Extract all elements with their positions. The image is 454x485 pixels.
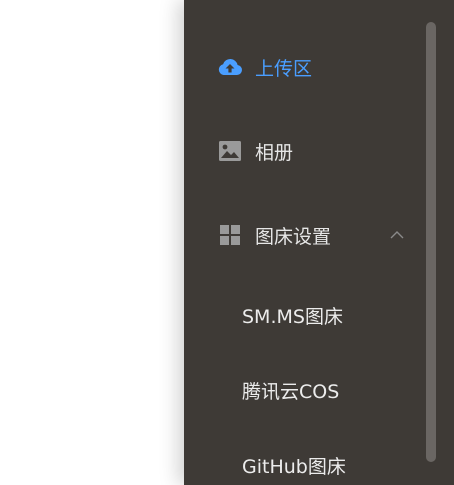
scrollbar[interactable] bbox=[426, 22, 436, 462]
submenu-item-label: SM.MS图床 bbox=[242, 305, 343, 328]
chevron-up-icon bbox=[388, 226, 406, 244]
submenu-item-github[interactable]: GitHub图床 bbox=[184, 440, 424, 485]
image-icon bbox=[217, 138, 243, 164]
submenu-item-tencent-cos[interactable]: 腾讯云COS bbox=[184, 365, 424, 415]
sidebar-menu: 上传区 相册 图床设置 SM.MS图床 腾讯云COS GitHub图床 bbox=[184, 0, 454, 485]
sidebar-item-album[interactable]: 相册 bbox=[184, 123, 424, 179]
submenu-item-label: 腾讯云COS bbox=[242, 380, 340, 403]
sidebar-item-label: 上传区 bbox=[255, 57, 313, 80]
content-area bbox=[0, 0, 184, 485]
sidebar-item-label: 图床设置 bbox=[255, 225, 332, 248]
grid-icon bbox=[217, 222, 243, 248]
sidebar-item-image-host-settings[interactable]: 图床设置 bbox=[184, 207, 424, 263]
sidebar-item-upload[interactable]: 上传区 bbox=[184, 39, 424, 95]
submenu-item-label: GitHub图床 bbox=[242, 455, 346, 478]
sidebar-item-label: 相册 bbox=[255, 141, 294, 164]
cloud-upload-icon bbox=[217, 54, 243, 80]
submenu-item-smms[interactable]: SM.MS图床 bbox=[184, 290, 424, 340]
app-window: 上传区 相册 图床设置 SM.MS图床 腾讯云COS GitHub图床 bbox=[0, 0, 454, 485]
